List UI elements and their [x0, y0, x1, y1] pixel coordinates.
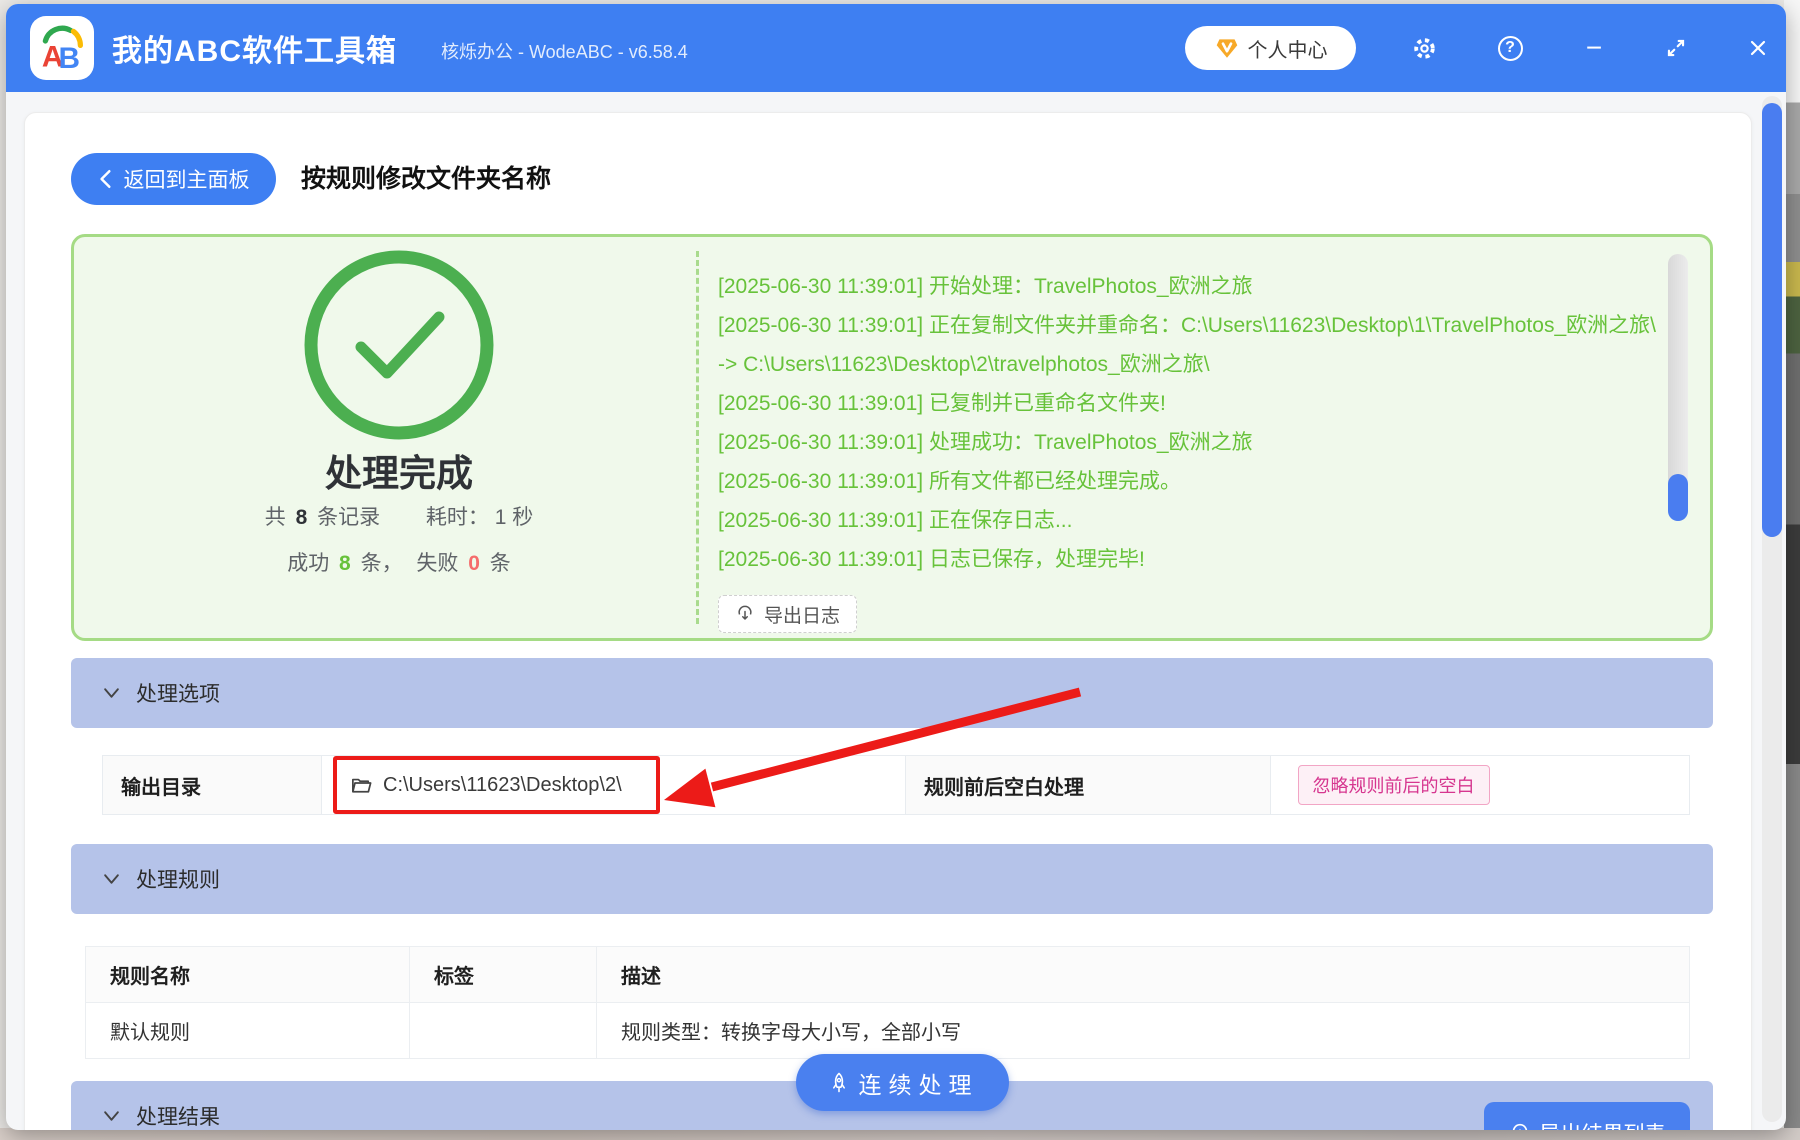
chevron-down-icon [104, 1111, 119, 1121]
user-center-button[interactable]: 个人中心 [1185, 26, 1356, 70]
column-header-name: 规则名称 [86, 947, 410, 1002]
desktop-background-right [1784, 0, 1800, 1140]
rules-table-header: 规则名称 标签 描述 [86, 947, 1689, 1003]
minimize-button[interactable]: − [1580, 34, 1608, 62]
page-scrollbar-track[interactable] [1762, 96, 1782, 1122]
whitespace-rule-label: 规则前后空白处理 [905, 756, 1271, 814]
log-scrollbar-thumb[interactable] [1668, 474, 1688, 521]
log-line: [2025-06-30 11:39:01] 正在保存日志... [718, 509, 1073, 532]
minimize-glyph: − [1585, 32, 1603, 63]
app-subtitle: 核烁办公 - WodeABC - v6.58.4 [441, 42, 688, 62]
main-content-card: 返回到主面板 按规则修改文件夹名称 处理完成 共 8 条记录 耗时： 1 秒 成… [24, 112, 1752, 1130]
output-dir-value-box[interactable]: C:\Users\11623\Desktop\2\ [333, 756, 660, 814]
rule-name-cell: 默认规则 [86, 1003, 410, 1058]
fail-count: 0 [468, 552, 480, 575]
cloud-download-icon [1512, 1123, 1527, 1130]
section-header-rules[interactable]: 处理规则 [71, 844, 1713, 914]
help-glyph: ? [1505, 39, 1515, 56]
rule-tag-cell [410, 1003, 597, 1058]
process-log-area: [2025-06-30 11:39:01] 开始处理：TravelPhotos_… [718, 267, 1663, 579]
back-to-main-button[interactable]: 返回到主面板 [71, 153, 276, 205]
continue-process-button[interactable]: 连续处理 [796, 1054, 1009, 1111]
elapsed-value: 1 秒 [494, 506, 534, 529]
total-stats-line: 共 8 条记录 耗时： 1 秒 [74, 501, 724, 531]
success-fail-stats-line: 成功 8 条， 失败 0 条 [74, 547, 724, 577]
export-results-button[interactable]: 导出结果列表 [1484, 1102, 1690, 1130]
section-title: 处理结果 [136, 1106, 220, 1129]
table-row[interactable]: 默认规则 规则类型：转换字母大小写，全部小写 [86, 1003, 1689, 1058]
titlebar: A B 我的ABC软件工具箱 核烁办公 - WodeABC - v6.58.4 … [6, 4, 1786, 92]
chevron-down-icon [104, 874, 119, 884]
settings-gear-icon[interactable] [1410, 34, 1438, 62]
total-count: 8 [295, 506, 308, 529]
chevron-left-icon [99, 170, 111, 188]
page-scrollbar-thumb[interactable] [1762, 103, 1782, 537]
total-unit: 条记录 [317, 506, 381, 529]
success-check-icon [299, 245, 499, 450]
maximize-button[interactable] [1662, 34, 1690, 62]
rule-desc-cell: 规则类型：转换字母大小写，全部小写 [621, 1022, 961, 1044]
rocket-icon [832, 1072, 845, 1092]
section-header-options[interactable]: 处理选项 [71, 658, 1713, 728]
chevron-down-icon [104, 688, 119, 698]
fail-label: 失败 [416, 552, 459, 575]
success-unit: 条， [360, 552, 403, 575]
app-logo-icon: A B [30, 16, 94, 80]
log-divider [696, 251, 699, 624]
folder-open-icon [352, 778, 372, 793]
output-dir-label: 输出目录 [103, 756, 322, 814]
total-label: 共 [264, 506, 286, 529]
svg-text:B: B [59, 42, 81, 75]
log-line: [2025-06-30 11:39:01] 所有文件都已经处理完成。 [718, 470, 1181, 493]
status-title: 处理完成 [325, 453, 473, 494]
help-icon[interactable]: ? [1496, 34, 1524, 62]
rules-table: 规则名称 标签 描述 默认规则 规则类型：转换字母大小写，全部小写 [85, 946, 1690, 1059]
export-log-label: 导出日志 [764, 605, 841, 627]
back-label: 返回到主面板 [123, 169, 250, 192]
whitespace-rule-cell: 忽略规则前后的空白 [1271, 756, 1689, 814]
app-window: A B 我的ABC软件工具箱 核烁办公 - WodeABC - v6.58.4 … [6, 4, 1786, 1130]
process-result-panel: 处理完成 共 8 条记录 耗时： 1 秒 成功 8 条， 失败 0 条 [202… [71, 234, 1713, 641]
log-line: [2025-06-30 11:39:01] 处理成功：TravelPhotos_… [718, 431, 1253, 454]
log-line: [2025-06-30 11:39:01] 正在复制文件夹并重命名：C:\Use… [718, 314, 1656, 376]
user-center-label: 个人中心 [1247, 39, 1328, 62]
whitespace-rule-badge: 忽略规则前后的空白 [1297, 765, 1490, 805]
cloud-download-icon [738, 605, 752, 620]
export-log-button[interactable]: 导出日志 [718, 595, 858, 633]
log-line: [2025-06-30 11:39:01] 开始处理：TravelPhotos_… [718, 275, 1253, 298]
fail-unit: 条 [489, 552, 511, 575]
section-title: 处理规则 [136, 869, 220, 892]
vip-badge-icon [1214, 35, 1240, 61]
app-title: 我的ABC软件工具箱 [112, 35, 397, 68]
success-count: 8 [339, 552, 351, 575]
log-line: [2025-06-30 11:39:01] 日志已保存，处理完毕! [718, 548, 1145, 571]
page-title: 按规则修改文件夹名称 [301, 165, 552, 193]
export-results-label: 导出结果列表 [1540, 1118, 1666, 1130]
elapsed-label: 耗时： [425, 506, 489, 529]
output-dir-value: C:\Users\11623\Desktop\2\ [383, 773, 622, 796]
column-header-tag: 标签 [410, 947, 597, 1002]
close-button[interactable] [1744, 34, 1772, 62]
log-scrollbar-track[interactable] [1668, 254, 1688, 521]
success-label: 成功 [287, 552, 330, 575]
column-header-desc: 描述 [621, 966, 661, 988]
continue-label: 连续处理 [858, 1071, 979, 1098]
log-line: [2025-06-30 11:39:01] 已复制并已重命名文件夹! [718, 392, 1166, 415]
section-title: 处理选项 [136, 683, 220, 706]
